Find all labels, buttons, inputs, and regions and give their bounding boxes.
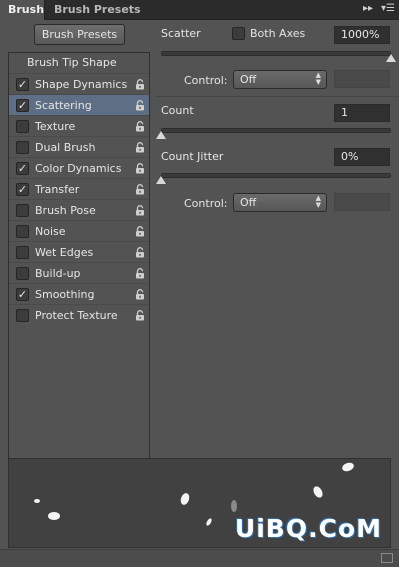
scatter-value-field[interactable]: 1000% <box>334 26 390 44</box>
lock-icon[interactable] <box>135 205 145 216</box>
list-item-shape-dynamics[interactable]: ✓ Shape Dynamics <box>9 73 149 94</box>
list-item-smoothing[interactable]: ✓ Smoothing <box>9 283 149 304</box>
scatter-slider[interactable] <box>161 51 391 56</box>
lock-icon[interactable] <box>135 310 145 321</box>
brush-dab <box>313 486 323 498</box>
checkbox[interactable] <box>16 309 29 322</box>
brush-presets-button[interactable]: Brush Presets <box>34 24 125 45</box>
lock-icon[interactable] <box>135 142 145 153</box>
list-item-wet-edges[interactable]: Wet Edges <box>9 241 149 262</box>
scatter-label: Scatter <box>161 27 201 40</box>
scatter-control-extra-field <box>334 70 390 88</box>
list-item-label: Noise <box>35 225 66 238</box>
brush-dab <box>34 499 40 503</box>
checkbox[interactable] <box>16 267 29 280</box>
scatter-control-dropdown[interactable]: Off ▲ ▼ <box>233 70 327 89</box>
list-item-dual-brush[interactable]: Dual Brush <box>9 136 149 157</box>
count-slider-thumb[interactable] <box>156 131 166 139</box>
updown-arrows-icon: ▲ ▼ <box>315 71 321 86</box>
both-axes-label: Both Axes <box>250 27 306 40</box>
checkbox[interactable] <box>16 246 29 259</box>
list-item-label: Scattering <box>35 99 92 112</box>
double-chevron-right-icon[interactable]: ▸▸ <box>363 3 373 14</box>
count-label: Count <box>161 104 194 117</box>
brush-dab <box>48 512 60 520</box>
lock-icon[interactable] <box>135 163 145 174</box>
list-item-brush-pose[interactable]: Brush Pose <box>9 199 149 220</box>
count-jitter-control-value: Off <box>240 196 257 209</box>
count-jitter-control-dropdown[interactable]: Off ▲ ▼ <box>233 193 327 212</box>
brush-dab <box>231 500 237 512</box>
list-item-label: Smoothing <box>35 288 95 301</box>
scatter-slider-thumb[interactable] <box>386 54 396 62</box>
tab-brush-presets[interactable]: Brush Presets <box>46 0 149 20</box>
brush-panel: Brush Presets Brush Tip Shape ✓ Shape Dyn… <box>0 20 399 567</box>
lock-icon[interactable] <box>135 184 145 195</box>
count-jitter-control-label: Control: <box>184 197 228 210</box>
list-item-label: Protect Texture <box>35 309 118 322</box>
list-item-label: Build-up <box>35 267 81 280</box>
checkbox[interactable]: ✓ <box>16 99 29 112</box>
list-item-label: Dual Brush <box>35 141 96 154</box>
checkbox[interactable] <box>16 120 29 133</box>
count-value-field[interactable]: 1 <box>334 104 390 122</box>
updown-arrows-icon: ▲ ▼ <box>315 194 321 209</box>
scatter-control-value: Off <box>240 73 257 86</box>
list-item-protect-texture[interactable]: Protect Texture <box>9 304 149 325</box>
panel-menu-icon[interactable]: ▾☰ <box>381 3 395 14</box>
list-item-transfer[interactable]: ✓ Transfer <box>9 178 149 199</box>
checkbox[interactable] <box>16 141 29 154</box>
lock-icon[interactable] <box>135 247 145 258</box>
list-item-texture[interactable]: Texture <box>9 115 149 136</box>
count-jitter-slider-thumb[interactable] <box>156 176 166 184</box>
checkbox[interactable]: ✓ <box>16 183 29 196</box>
list-item-label: Brush Pose <box>35 204 96 217</box>
brush-tip-shape-item[interactable]: Brush Tip Shape <box>9 53 149 73</box>
lock-icon[interactable] <box>135 79 145 90</box>
list-item-scattering[interactable]: ✓ Scattering <box>9 94 149 115</box>
brush-dab <box>180 493 190 505</box>
count-jitter-label: Count Jitter <box>161 150 224 163</box>
list-item-label: Texture <box>35 120 76 133</box>
scatter-control-label: Control: <box>184 74 228 87</box>
create-new-brush-icon[interactable] <box>381 553 393 563</box>
lock-icon[interactable] <box>135 121 145 132</box>
checkbox[interactable]: ✓ <box>16 162 29 175</box>
tab-bar: Brush Brush Presets ▸▸ ▾☰ <box>0 0 399 20</box>
tab-brush[interactable]: Brush <box>0 0 45 20</box>
panel-controls: ▸▸ ▾☰ <box>363 3 395 14</box>
checkbox[interactable] <box>16 225 29 238</box>
lock-icon[interactable] <box>135 226 145 237</box>
list-item-label: Shape Dynamics <box>35 78 128 91</box>
panel-footer <box>0 549 399 567</box>
count-jitter-control-extra-field <box>334 193 390 211</box>
count-jitter-value-field[interactable]: 0% <box>334 148 390 166</box>
checkbox[interactable]: ✓ <box>16 78 29 91</box>
list-item-label: Wet Edges <box>35 246 94 259</box>
checkbox[interactable]: ✓ <box>16 288 29 301</box>
brush-stroke-preview: UiBQ.CoM <box>8 458 391 548</box>
both-axes-checkbox[interactable] <box>232 27 245 40</box>
list-item-noise[interactable]: Noise <box>9 220 149 241</box>
list-item-color-dynamics[interactable]: ✓ Color Dynamics <box>9 157 149 178</box>
lock-icon[interactable] <box>135 100 145 111</box>
list-item-label: Transfer <box>35 183 80 196</box>
count-jitter-slider[interactable] <box>161 173 391 178</box>
brush-dab <box>342 462 354 472</box>
brush-options-list: Brush Tip Shape ✓ Shape Dynamics ✓ Scatteri… <box>8 52 150 473</box>
brush-dab <box>206 518 212 526</box>
lock-icon[interactable] <box>135 289 145 300</box>
count-slider[interactable] <box>161 128 391 133</box>
divider <box>155 96 399 97</box>
watermark: UiBQ.CoM <box>234 514 382 543</box>
lock-icon[interactable] <box>135 268 145 279</box>
list-item-build-up[interactable]: Build-up <box>9 262 149 283</box>
list-item-label: Color Dynamics <box>35 162 122 175</box>
checkbox[interactable] <box>16 204 29 217</box>
